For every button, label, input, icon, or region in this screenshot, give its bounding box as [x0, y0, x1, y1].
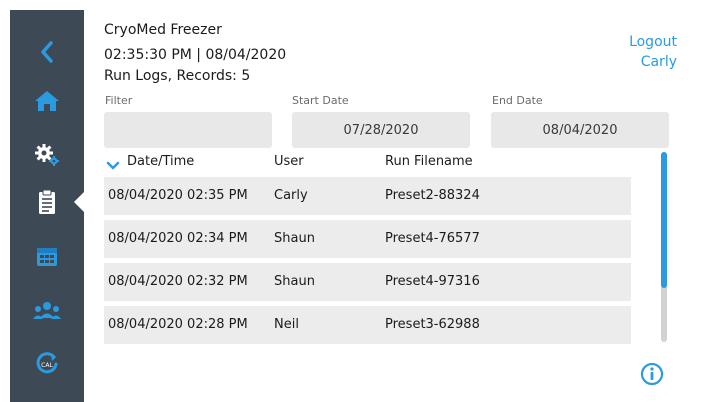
info-icon	[640, 362, 664, 390]
schedule-button[interactable]	[10, 232, 84, 280]
table-row[interactable]: 08/04/2020 02:28 PM Neil Preset3-62988	[104, 306, 631, 344]
column-header-filename[interactable]: Run Filename	[385, 154, 473, 169]
row-user: Shaun	[274, 274, 315, 289]
filter-label: Filter	[105, 94, 133, 107]
row-filename: Preset4-76577	[385, 231, 480, 246]
column-header-datetime[interactable]: Date/Time	[127, 154, 194, 169]
active-indicator	[74, 191, 85, 213]
row-filename: Preset4-97316	[385, 274, 480, 289]
row-filename: Preset2-88324	[385, 188, 480, 203]
scrollbar-thumb[interactable]	[661, 152, 667, 288]
row-datetime: 08/04/2020 02:35 PM	[108, 188, 248, 203]
home-icon	[33, 89, 61, 113]
row-user: Carly	[274, 188, 308, 203]
table-row[interactable]: 08/04/2020 02:35 PM Carly Preset2-88324	[104, 177, 631, 215]
run-logs-button[interactable]	[10, 178, 85, 226]
table-row[interactable]: 08/04/2020 02:34 PM Shaun Preset4-76577	[104, 220, 631, 258]
row-user: Shaun	[274, 231, 315, 246]
current-datetime: 02:35:30 PM | 08/04/2020	[104, 47, 287, 63]
table-row[interactable]: 08/04/2020 02:32 PM Shaun Preset4-97316	[104, 263, 631, 301]
current-user-link[interactable]: Carly	[629, 52, 677, 72]
row-datetime: 08/04/2020 02:32 PM	[108, 274, 248, 289]
start-date-field[interactable]: 07/28/2020	[292, 112, 470, 148]
calibration-icon: CAL	[34, 351, 60, 377]
users-button[interactable]	[10, 287, 84, 335]
row-datetime: 08/04/2020 02:34 PM	[108, 231, 248, 246]
users-icon	[32, 301, 62, 321]
back-chevron-icon	[39, 41, 55, 63]
device-title: CryoMed Freezer	[104, 22, 222, 38]
row-filename: Preset3-62988	[385, 317, 480, 332]
end-date-label: End Date	[492, 94, 543, 107]
info-button[interactable]	[640, 362, 664, 390]
start-date-label: Start Date	[292, 94, 349, 107]
page-subtitle: Run Logs, Records: 5	[104, 68, 251, 84]
settings-button[interactable]	[10, 131, 84, 179]
row-datetime: 08/04/2020 02:28 PM	[108, 317, 248, 332]
column-header-user[interactable]: User	[274, 154, 304, 169]
calibration-button[interactable]: CAL	[10, 340, 84, 388]
logout-link[interactable]: Logout	[629, 32, 677, 52]
sort-chevron-down-icon[interactable]	[106, 156, 120, 175]
back-button[interactable]	[10, 28, 84, 76]
row-user: Neil	[274, 317, 299, 332]
calendar-icon	[36, 245, 58, 267]
sidebar: CAL	[10, 10, 85, 402]
end-date-field[interactable]: 08/04/2020	[491, 112, 669, 148]
clipboard-icon	[37, 189, 57, 215]
filter-input[interactable]	[104, 112, 272, 148]
calibration-icon-label: CAL	[41, 362, 53, 369]
gears-icon	[33, 143, 61, 167]
account-area: Logout Carly	[629, 32, 677, 72]
home-button[interactable]	[10, 77, 84, 125]
